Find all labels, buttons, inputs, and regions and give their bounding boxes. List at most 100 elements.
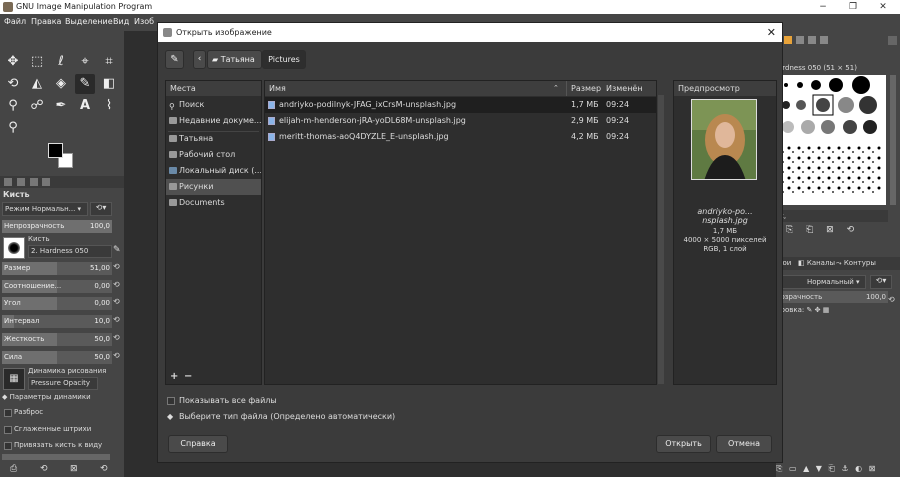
file-type-expander-icon[interactable]: ◆ (167, 412, 173, 421)
aspect-reset-icon[interactable]: ⟲ (113, 280, 122, 293)
lasso-tool-icon[interactable]: ℓ (51, 52, 71, 72)
dynamics-field[interactable]: Pressure Opacity (28, 377, 98, 390)
layer-opacity-reset-icon[interactable]: ⟲ (888, 295, 895, 304)
path-tool-icon[interactable]: ✒ (51, 96, 71, 116)
sort-ascending-icon[interactable]: ⌃ (553, 81, 559, 96)
tab-paths[interactable]: ⤳ Контуры (836, 257, 876, 270)
place-desktop[interactable]: Рабочий стол (166, 147, 261, 163)
color-picker-tool-icon[interactable]: ⌇ (99, 96, 119, 116)
angle-slider[interactable]: Угол 0,00 (2, 297, 112, 310)
restore-options-icon[interactable]: ⟲ (40, 464, 48, 474)
brushes-grid[interactable] (776, 75, 886, 205)
menu-edit[interactable]: Правка (31, 17, 61, 26)
docs-tab-icon[interactable] (820, 36, 828, 44)
path-button-home[interactable]: ▰ Татьяна (207, 50, 262, 69)
spacing-reset-icon[interactable]: ⟲ (113, 315, 122, 328)
dynamics-preview-icon[interactable]: ▦ (3, 368, 25, 390)
place-search[interactable]: ⚲ Поиск (166, 97, 261, 113)
mode-select[interactable]: Режим Нормальн... ▾ (2, 202, 88, 216)
fonts-tab-icon[interactable] (808, 36, 816, 44)
jitter-checkbox[interactable] (4, 409, 12, 417)
file-list-scrollbar[interactable] (658, 95, 664, 384)
brush-name-field[interactable]: 2. Hardness 050 (28, 245, 112, 258)
file-row[interactable]: andriyko-podilnyk-JFAG_ixCrsM-unsplash.j… (265, 97, 656, 113)
reset-options-icon[interactable]: ⟲ (100, 464, 108, 474)
text-tool-icon[interactable]: A (75, 96, 95, 116)
layer-opacity-slider[interactable]: розрачность 100,0 (776, 291, 888, 303)
show-all-files-checkbox[interactable] (167, 397, 175, 405)
place-home[interactable]: Татьяна (166, 131, 261, 147)
lock-alpha-icon[interactable]: ▦ (823, 306, 830, 314)
dialog-close-button[interactable]: ✕ (767, 23, 776, 42)
remove-place-button[interactable]: − (184, 371, 192, 382)
place-documents[interactable]: Documents (166, 195, 261, 211)
file-row[interactable]: meritt-thomas-aoQ4DYZLE_E-unsplash.jpg 4,… (265, 129, 656, 145)
open-button[interactable]: Открыть (656, 435, 711, 453)
images-tab-icon[interactable] (42, 178, 50, 186)
dock-menu-icon[interactable] (888, 36, 897, 45)
anchor-layer-icon[interactable]: ⚓ (841, 464, 848, 473)
window-close-button[interactable]: ✕ (868, 0, 898, 14)
opacity-slider[interactable]: Непрозрачность 100,0 (2, 220, 112, 233)
rotate-tool-icon[interactable]: ⟲ (3, 74, 23, 94)
rect-select-tool-icon[interactable]: ⬚ (27, 52, 47, 72)
column-name[interactable]: Имя (269, 81, 286, 96)
column-modified[interactable]: Изменён (606, 81, 643, 96)
zoom-tool-icon[interactable]: ⚲ (3, 118, 23, 138)
force-slider[interactable]: Сила 50,0 (2, 351, 112, 364)
layer-mode-reset-icon[interactable]: ⟲▾ (870, 275, 892, 289)
mask-layer-icon[interactable]: ◐ (855, 464, 862, 473)
path-back-button[interactable]: ‹ (193, 50, 206, 69)
crop-tool-icon[interactable]: ⌗ (99, 52, 119, 72)
menu-select[interactable]: Выделение (65, 17, 113, 26)
force-reset-icon[interactable]: ⟲ (113, 351, 122, 364)
dynamics-options-expander[interactable]: ◆ Параметры динамики (2, 393, 91, 401)
tab-channels[interactable]: ◧ Каналы (798, 257, 835, 270)
file-type-expander-label[interactable]: Выберите тип файла (Определено автоматич… (179, 412, 395, 421)
eraser-tool-icon[interactable]: ◧ (99, 74, 119, 94)
place-recent[interactable]: Недавние докуме... (166, 113, 261, 129)
duplicate-brush-icon[interactable]: ⎘ (786, 225, 793, 235)
place-pictures[interactable]: Рисунки (166, 179, 261, 195)
fuzzy-select-tool-icon[interactable]: ⌖ (75, 52, 95, 72)
save-options-icon[interactable]: ⎙ (10, 464, 17, 474)
minimize-button[interactable]: − (808, 0, 838, 14)
lock-pixels-icon[interactable]: ✎ (807, 306, 813, 314)
help-button[interactable]: Справка (168, 435, 228, 453)
brushes-scrollbar[interactable] (890, 75, 896, 205)
column-size[interactable]: Размер (571, 81, 601, 96)
device-status-tab-icon[interactable] (17, 178, 25, 186)
raise-layer-icon[interactable]: ▲ (803, 464, 809, 473)
lower-layer-icon[interactable]: ▼ (816, 464, 822, 473)
warp-tool-icon[interactable]: ◭ (27, 74, 47, 94)
file-row[interactable]: elijah-m-henderson-jRA-yoDL68M-unsplash.… (265, 113, 656, 129)
duplicate-layer-icon[interactable]: ⎗ (828, 464, 834, 473)
refresh-brushes-icon[interactable]: ⟲ (847, 225, 855, 235)
place-local-disk[interactable]: Локальный диск (... (166, 163, 261, 179)
brush-filter-field[interactable]: с, (778, 210, 888, 222)
path-button-pictures[interactable]: Pictures (262, 50, 306, 69)
mode-reset-icon[interactable]: ⟲▾ (90, 202, 112, 216)
options-scrollbar[interactable] (2, 454, 110, 460)
paintbrush-tool-icon[interactable]: ✎ (75, 74, 95, 94)
delete-layer-icon[interactable]: ⊠ (869, 464, 876, 473)
bucket-fill-tool-icon[interactable]: ◈ (51, 74, 71, 94)
size-slider[interactable]: Размер 51,00 (2, 262, 112, 275)
lock-brush-checkbox[interactable] (4, 442, 12, 450)
undo-history-tab-icon[interactable] (30, 178, 38, 186)
menu-image[interactable]: Изоб (134, 17, 154, 26)
layer-mode-select[interactable]: Нормальный ▾ (776, 275, 866, 289)
size-reset-icon[interactable]: ⟲ (113, 262, 122, 275)
angle-reset-icon[interactable]: ⟲ (113, 297, 122, 310)
smooth-checkbox[interactable] (4, 426, 12, 434)
delete-options-icon[interactable]: ⊠ (70, 464, 78, 474)
new-layer-icon[interactable]: ⎘ (776, 464, 782, 473)
menu-view[interactable]: Вид (113, 17, 129, 26)
patterns-tab-icon[interactable] (796, 36, 804, 44)
hardness-slider[interactable]: Жесткость 50,0 (2, 333, 112, 346)
copy-brush-icon[interactable]: ⎗ (806, 225, 813, 235)
type-location-button[interactable]: ✎ (165, 50, 184, 69)
brush-preview[interactable] (3, 237, 25, 259)
lock-position-icon[interactable]: ✥ (815, 306, 821, 314)
cancel-button[interactable]: Отмена (716, 435, 772, 453)
